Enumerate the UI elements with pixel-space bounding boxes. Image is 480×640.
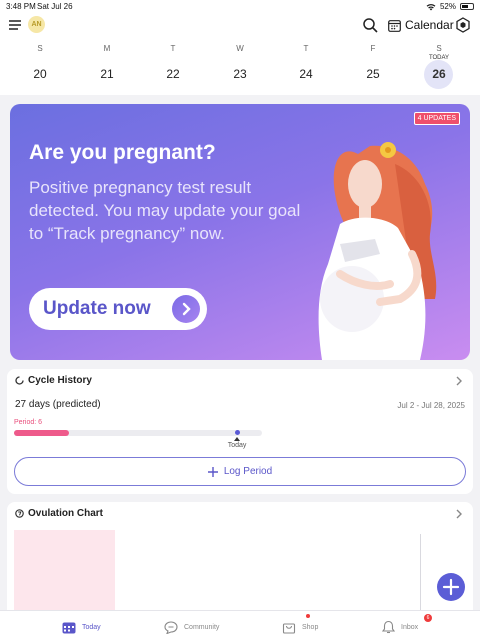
status-time: 3:48 PM (6, 2, 36, 11)
day-of-week: T (303, 44, 309, 53)
cycle-history-title: Cycle History (28, 375, 92, 386)
tab-bar: Today Community Shop Inbox 6 (0, 610, 480, 640)
day-number: 20 (33, 67, 47, 81)
day-number: 23 (233, 67, 247, 81)
day-number: 21 (100, 67, 114, 81)
top-bar: AN Calendar (0, 14, 480, 38)
battery-percent: 52% (439, 2, 456, 11)
wifi-icon (426, 3, 436, 10)
day-of-week: M (103, 44, 111, 53)
chevron-right-icon[interactable] (455, 508, 463, 520)
day-number: 24 (299, 67, 313, 81)
pregnancy-banner[interactable]: 4 UPDATES Are you pregnant? Positive pre… (10, 104, 470, 360)
search-icon[interactable] (362, 17, 378, 33)
chevron-right-icon[interactable] (455, 375, 463, 387)
period-progress-fill (14, 430, 69, 436)
update-now-button[interactable]: Update now (29, 288, 207, 330)
banner-title: Are you pregnant? (29, 141, 216, 164)
ovulation-icon (15, 509, 24, 518)
log-period-label: Log Period (223, 466, 273, 477)
tab-inbox[interactable]: Inbox 6 (382, 614, 432, 637)
week-strip: S 20 M 21 T 22 W 23 T 24 F 25 S TODAY 26 (0, 38, 480, 95)
day-of-week: F (370, 44, 376, 53)
add-button[interactable] (437, 573, 465, 601)
status-date: Sat Jul 26 (37, 2, 73, 11)
day-of-week: S (37, 44, 43, 53)
today-marker-dot (234, 430, 240, 435)
log-period-button[interactable]: Log Period (14, 457, 466, 486)
calendar-grid-icon (388, 19, 401, 32)
day-of-week: S (436, 44, 442, 53)
day-of-week: W (236, 44, 244, 53)
shopping-bag-icon (282, 623, 296, 634)
plus-icon (207, 466, 218, 477)
today-label: TODAY (428, 55, 450, 61)
pregnant-woman-illustration (318, 142, 437, 360)
shield-icon[interactable] (455, 17, 471, 33)
day-of-week: T (170, 44, 176, 53)
status-right: 52% (426, 2, 474, 11)
arrow-right-icon (172, 295, 200, 323)
status-bar: 3:48 PM Sat Jul 26 52% (0, 0, 480, 14)
today-marker-triangle (234, 437, 241, 441)
update-now-label: Update now (43, 298, 151, 319)
day-number: 26 (432, 67, 446, 81)
chat-bubble-icon (164, 620, 178, 634)
calendar-label: Calendar (405, 18, 454, 32)
battery-icon (460, 3, 474, 10)
bell-icon (382, 620, 395, 634)
plus-icon (442, 578, 460, 596)
calendar-icon (62, 622, 76, 633)
period-label: Period: 6 (14, 419, 43, 426)
day-number: 25 (366, 67, 380, 81)
tab-shop[interactable]: Shop (282, 614, 319, 637)
cycle-length: 27 days (predicted) (15, 399, 101, 410)
today-marker-label: Today (227, 442, 247, 449)
tab-label: Today (82, 623, 101, 631)
cycle-history-card[interactable]: Cycle History 27 days (predicted) Jul 2 … (7, 369, 473, 494)
tab-label: Shop (302, 623, 319, 631)
tab-today[interactable]: Today (62, 617, 101, 637)
ovulation-title: Ovulation Chart (28, 508, 104, 519)
tab-community[interactable]: Community (164, 617, 219, 637)
cycle-progress-track (14, 430, 262, 436)
cycle-spinner-icon (15, 376, 24, 385)
calendar-button[interactable]: Calendar (388, 16, 454, 34)
tab-label: Inbox (401, 623, 419, 631)
menu-icon[interactable] (9, 19, 21, 31)
shop-notification-dot (306, 614, 310, 618)
inbox-badge-count: 6 (424, 614, 432, 622)
day-number: 22 (166, 67, 180, 81)
ovulation-header: Ovulation Chart (15, 508, 103, 519)
banner-message: Positive pregnancy test result detected.… (29, 178, 301, 243)
tab-label: Community (184, 623, 220, 631)
cycle-date-range: Jul 2 - Jul 28, 2025 (397, 401, 465, 410)
avatar[interactable]: AN (28, 16, 45, 33)
cycle-history-header: Cycle History (15, 375, 92, 386)
